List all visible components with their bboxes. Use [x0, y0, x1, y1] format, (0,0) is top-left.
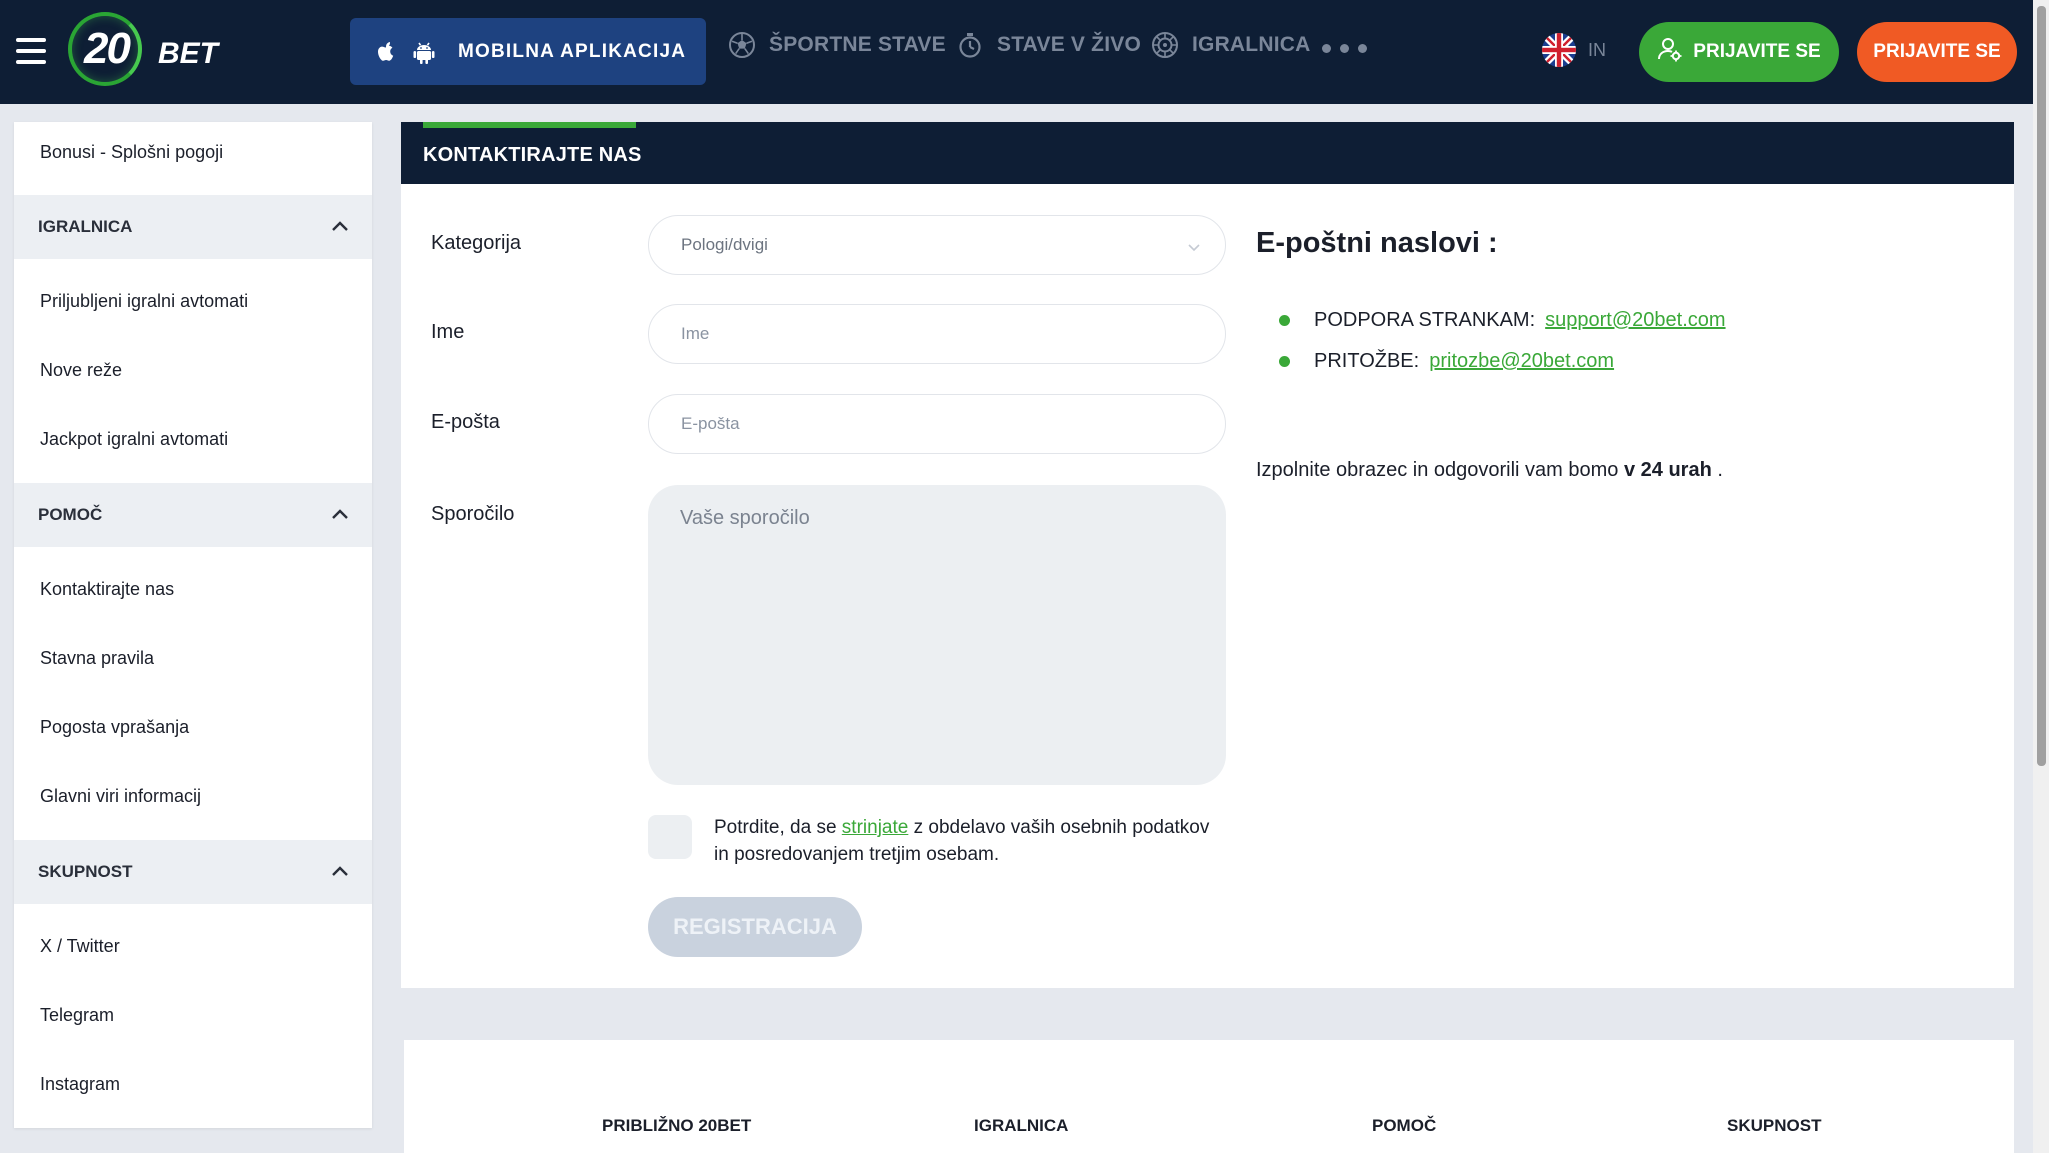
- logo-number: 20: [84, 24, 131, 73]
- message-label: Sporočilo: [431, 503, 515, 525]
- sidebar-item-contact[interactable]: Kontaktirajte nas: [14, 574, 372, 604]
- sidebar-item-new-slots[interactable]: Nove reže: [14, 355, 372, 385]
- consent-text: Potrdite, da se strinjate z obdelavo vaš…: [714, 814, 1214, 868]
- sidebar-item-telegram[interactable]: Telegram: [14, 1000, 372, 1030]
- page-scrollbar[interactable]: [2033, 0, 2049, 1153]
- email-placeholder: E-pošta: [681, 414, 740, 433]
- email-row-label: PODPORA STRANKAM:: [1314, 309, 1536, 331]
- response-note-end: .: [1711, 459, 1723, 481]
- user-icon: [1657, 36, 1683, 68]
- roulette-icon: [1150, 30, 1180, 60]
- panel-header: KONTAKTIRAJTE NAS: [401, 122, 2014, 184]
- chevron-down-icon: [1188, 244, 1200, 252]
- nav-casino[interactable]: IGRALNICA: [1150, 30, 1310, 60]
- sidebar: Bonusi - Splošni pogoji IGRALNICA Prilju…: [14, 122, 372, 1128]
- sidebar-item-bonus-terms[interactable]: Bonusi - Splošni pogoji: [14, 137, 372, 167]
- footer-column-about[interactable]: PRIBLIŽNO 20BET: [602, 1116, 751, 1136]
- response-time: v 24 urah: [1623, 459, 1712, 481]
- contact-panel: KONTAKTIRAJTE NAS Kategorija Pologi/dvig…: [401, 122, 2014, 988]
- footer-column-casino[interactable]: IGRALNICA: [974, 1116, 1068, 1136]
- sidebar-section-title: SKUPNOST: [38, 862, 133, 881]
- sidebar-section-community[interactable]: SKUPNOST: [14, 840, 372, 904]
- top-header: 20 BET MOBILNA APLIKACIJA ŠPORTNE STAVE …: [0, 0, 2033, 104]
- chevron-up-icon: [332, 866, 348, 876]
- mobile-app-button[interactable]: MOBILNA APLIKACIJA: [350, 18, 706, 85]
- sidebar-item-favorite-slots[interactable]: Priljubljeni igralni avtomati: [14, 286, 372, 316]
- mobile-app-label: MOBILNA APLIKACIJA: [458, 40, 687, 62]
- sidebar-section-help[interactable]: POMOČ: [14, 483, 372, 547]
- footer-column-community[interactable]: SKUPNOST: [1727, 1116, 1821, 1136]
- name-input[interactable]: Ime: [648, 304, 1226, 364]
- login-label: PRIJAVITE SE: [1693, 41, 1821, 62]
- name-label: Ime: [431, 321, 465, 343]
- title-accent-bar: [423, 122, 636, 128]
- email-row-label: PRITOŽBE:: [1314, 350, 1420, 372]
- sidebar-item-faq[interactable]: Pogosta vprašanja: [14, 712, 372, 742]
- complaints-email-link[interactable]: pritozbe@20bet.com: [1429, 350, 1614, 373]
- message-textarea[interactable]: Vaše sporočilo: [648, 485, 1226, 785]
- consent-link[interactable]: strinjate: [842, 817, 909, 838]
- sidebar-section-casino[interactable]: IGRALNICA: [14, 195, 372, 259]
- chevron-up-icon: [332, 509, 348, 519]
- scrollbar-thumb[interactable]: [2037, 6, 2046, 766]
- category-value: Pologi/dvigi: [681, 235, 768, 254]
- nav-label: ŠPORTNE STAVE: [769, 33, 946, 56]
- login-button[interactable]: PRIJAVITE SE: [1639, 22, 1839, 82]
- page-title: KONTAKTIRAJTE NAS: [423, 144, 642, 166]
- category-label: Kategorija: [431, 232, 522, 254]
- bullet-icon: [1279, 315, 1290, 326]
- android-icon: [412, 40, 436, 64]
- sidebar-item-instagram[interactable]: Instagram: [14, 1069, 372, 1099]
- email-row-complaints: PRITOŽBE: pritozbe@20bet.com: [1279, 350, 1614, 373]
- language-selector[interactable]: IN: [1542, 33, 1606, 67]
- sidebar-section-title: POMOČ: [38, 505, 103, 524]
- footer-column-help[interactable]: POMOČ: [1372, 1116, 1436, 1136]
- submit-label: REGISTRACIJA: [673, 914, 837, 939]
- register-label: PRIJAVITE SE: [1873, 41, 2001, 62]
- sidebar-item-betting-rules[interactable]: Stavna pravila: [14, 643, 372, 673]
- consent-checkbox[interactable]: [648, 815, 692, 859]
- email-label: E-pošta: [431, 411, 500, 433]
- soccer-ball-icon: [727, 30, 757, 60]
- register-button[interactable]: PRIJAVITE SE: [1857, 22, 2017, 82]
- nav-label: IGRALNICA: [1192, 33, 1311, 56]
- nav-label: STAVE V ŽIVO: [997, 33, 1141, 56]
- emails-title: E-poštni naslovi :: [1256, 227, 1498, 259]
- email-row-support: PODPORA STRANKAM: support@20bet.com: [1279, 309, 1726, 332]
- category-select[interactable]: Pologi/dvigi: [648, 215, 1226, 275]
- nav-live[interactable]: STAVE V ŽIVO: [955, 30, 1141, 60]
- footer: PRIBLIŽNO 20BET IGRALNICA POMOČ SKUPNOST: [404, 1040, 2014, 1153]
- logo-text: BET: [158, 37, 218, 70]
- sidebar-item-jackpot-slots[interactable]: Jackpot igralni avtomati: [14, 424, 372, 454]
- logo[interactable]: 20 BET: [68, 12, 228, 86]
- more-menu-icon[interactable]: [1322, 44, 1367, 53]
- support-email-link[interactable]: support@20bet.com: [1545, 309, 1725, 332]
- sidebar-section-title: IGRALNICA: [38, 217, 133, 236]
- uk-flag-icon: [1542, 33, 1576, 67]
- response-note-start: Izpolnite obrazec in odgovorili vam bomo: [1256, 459, 1624, 481]
- bullet-icon: [1279, 356, 1290, 367]
- language-code: IN: [1588, 39, 1606, 60]
- name-placeholder: Ime: [681, 324, 710, 343]
- nav-sports[interactable]: ŠPORTNE STAVE: [727, 30, 946, 60]
- chevron-up-icon: [332, 221, 348, 231]
- menu-icon[interactable]: [16, 38, 46, 64]
- submit-button[interactable]: REGISTRACIJA: [648, 897, 862, 957]
- response-note: Izpolnite obrazec in odgovorili vam bomo…: [1256, 459, 1723, 482]
- stopwatch-icon: [955, 30, 985, 60]
- email-input[interactable]: E-pošta: [648, 394, 1226, 454]
- sidebar-item-twitter[interactable]: X / Twitter: [14, 931, 372, 961]
- consent-text-start: Potrdite, da se: [714, 817, 842, 838]
- apple-icon: [374, 40, 398, 64]
- sidebar-item-info-sources[interactable]: Glavni viri informacij: [14, 781, 372, 811]
- message-placeholder: Vaše sporočilo: [680, 507, 810, 529]
